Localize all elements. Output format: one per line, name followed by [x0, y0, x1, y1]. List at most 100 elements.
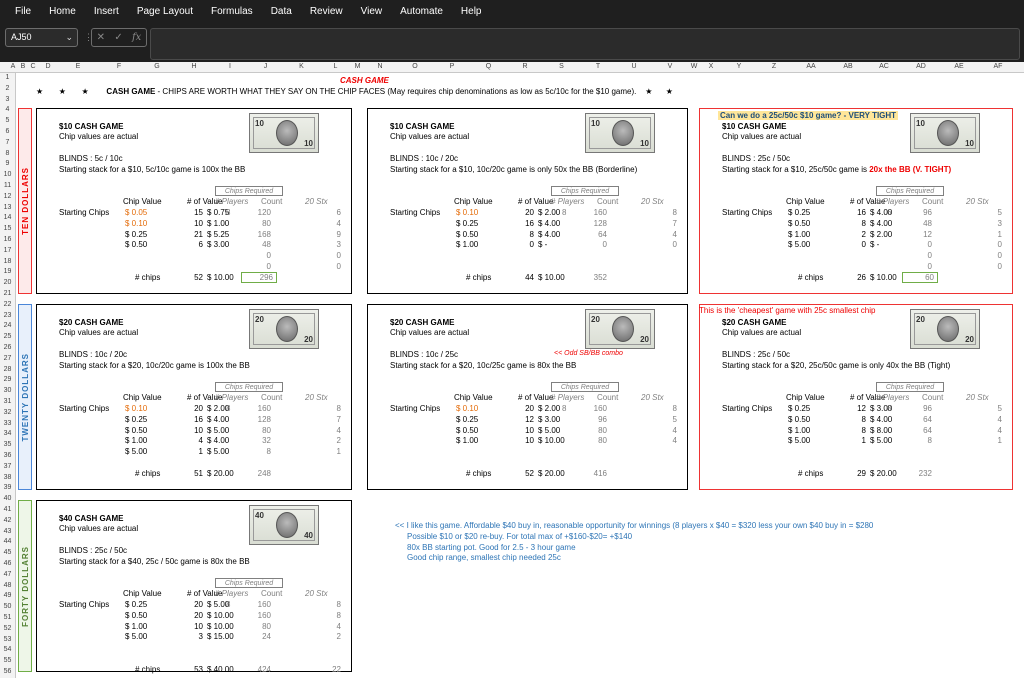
row-header[interactable]: 46: [0, 560, 15, 567]
row-header[interactable]: 48: [0, 582, 15, 589]
menu-item-insert[interactable]: Insert: [85, 6, 128, 17]
row-header[interactable]: 44: [0, 538, 15, 545]
row-header[interactable]: 33: [0, 420, 15, 427]
column-header[interactable]: AA: [792, 63, 830, 70]
column-header[interactable]: X: [700, 63, 722, 70]
menu-item-review[interactable]: Review: [301, 6, 352, 17]
row-header[interactable]: 42: [0, 517, 15, 524]
row-header[interactable]: 39: [0, 484, 15, 491]
function-icon[interactable]: fx: [132, 32, 141, 43]
formula-input[interactable]: [150, 28, 1020, 60]
row-header[interactable]: 28: [0, 366, 15, 373]
row-header[interactable]: 13: [0, 204, 15, 211]
row-header[interactable]: 7: [0, 139, 15, 146]
column-header[interactable]: K: [283, 63, 320, 70]
column-header[interactable]: C: [28, 63, 38, 70]
column-header[interactable]: G: [138, 63, 176, 70]
column-header[interactable]: J: [248, 63, 283, 70]
chevron-down-icon[interactable]: ⌄: [65, 32, 73, 43]
column-header[interactable]: AC: [866, 63, 902, 70]
row-header[interactable]: 34: [0, 430, 15, 437]
row-header[interactable]: 1: [0, 74, 15, 81]
column-header[interactable]: D: [38, 63, 58, 70]
cancel-icon[interactable]: ✕: [97, 32, 105, 43]
row-header[interactable]: 37: [0, 463, 15, 470]
menu-item-view[interactable]: View: [352, 6, 392, 17]
row-header[interactable]: 16: [0, 236, 15, 243]
column-header[interactable]: W: [688, 63, 700, 70]
row-header[interactable]: 5: [0, 117, 15, 124]
row-header[interactable]: 55: [0, 657, 15, 664]
column-header[interactable]: M: [351, 63, 364, 70]
row-header[interactable]: 29: [0, 376, 15, 383]
menu-item-page-layout[interactable]: Page Layout: [128, 6, 202, 17]
column-header[interactable]: AE: [940, 63, 978, 70]
row-header[interactable]: 40: [0, 495, 15, 502]
column-header[interactable]: B: [18, 63, 28, 70]
row-header[interactable]: 41: [0, 506, 15, 513]
column-header[interactable]: T: [580, 63, 616, 70]
row-header[interactable]: 8: [0, 150, 15, 157]
row-header[interactable]: 14: [0, 214, 15, 221]
row-header[interactable]: 6: [0, 128, 15, 135]
row-header[interactable]: 15: [0, 225, 15, 232]
row-header[interactable]: 35: [0, 441, 15, 448]
menu-item-home[interactable]: Home: [40, 6, 85, 17]
menu-item-automate[interactable]: Automate: [391, 6, 452, 17]
row-header[interactable]: 20: [0, 279, 15, 286]
row-header[interactable]: 10: [0, 171, 15, 178]
column-header[interactable]: L: [320, 63, 351, 70]
column-header[interactable]: I: [212, 63, 248, 70]
menu-item-formulas[interactable]: Formulas: [202, 6, 262, 17]
column-header[interactable]: AB: [830, 63, 866, 70]
row-header[interactable]: 27: [0, 355, 15, 362]
column-header[interactable]: AF: [978, 63, 1018, 70]
column-header[interactable]: Q: [470, 63, 507, 70]
row-header[interactable]: 53: [0, 636, 15, 643]
row-header[interactable]: 25: [0, 333, 15, 340]
row-header[interactable]: 47: [0, 571, 15, 578]
column-header[interactable]: AD: [902, 63, 940, 70]
row-header[interactable]: 52: [0, 625, 15, 632]
name-box[interactable]: AJ50 ⌄: [5, 28, 78, 47]
row-header[interactable]: 19: [0, 268, 15, 275]
column-header[interactable]: U: [616, 63, 652, 70]
column-header[interactable]: E: [58, 63, 98, 70]
row-header[interactable]: 21: [0, 290, 15, 297]
row-header[interactable]: 49: [0, 592, 15, 599]
row-header[interactable]: 36: [0, 452, 15, 459]
row-header[interactable]: 32: [0, 409, 15, 416]
row-header[interactable]: 9: [0, 160, 15, 167]
confirm-icon[interactable]: ✓: [114, 32, 122, 43]
column-header[interactable]: A: [8, 63, 18, 70]
column-header[interactable]: P: [434, 63, 470, 70]
row-header[interactable]: 43: [0, 528, 15, 535]
row-header[interactable]: 26: [0, 344, 15, 351]
column-header[interactable]: V: [652, 63, 688, 70]
row-header[interactable]: 51: [0, 614, 15, 621]
row-header[interactable]: 12: [0, 193, 15, 200]
row-header[interactable]: 50: [0, 603, 15, 610]
row-header[interactable]: 4: [0, 106, 15, 113]
menu-item-help[interactable]: Help: [452, 6, 491, 17]
column-header[interactable]: F: [100, 63, 138, 70]
column-header[interactable]: S: [543, 63, 580, 70]
column-header[interactable]: N: [364, 63, 396, 70]
row-header[interactable]: 17: [0, 247, 15, 254]
row-header[interactable]: 45: [0, 549, 15, 556]
row-header[interactable]: 22: [0, 301, 15, 308]
row-header[interactable]: 54: [0, 646, 15, 653]
column-header[interactable]: Z: [756, 63, 792, 70]
row-header[interactable]: 31: [0, 398, 15, 405]
column-header[interactable]: H: [176, 63, 212, 70]
row-header[interactable]: 11: [0, 182, 15, 189]
column-header[interactable]: R: [507, 63, 543, 70]
column-header[interactable]: O: [396, 63, 434, 70]
menu-item-file[interactable]: File: [0, 6, 40, 17]
row-header[interactable]: 18: [0, 258, 15, 265]
row-header[interactable]: 30: [0, 387, 15, 394]
row-header[interactable]: 24: [0, 322, 15, 329]
row-header[interactable]: 23: [0, 312, 15, 319]
menu-item-data[interactable]: Data: [262, 6, 301, 17]
row-header[interactable]: 2: [0, 85, 15, 92]
